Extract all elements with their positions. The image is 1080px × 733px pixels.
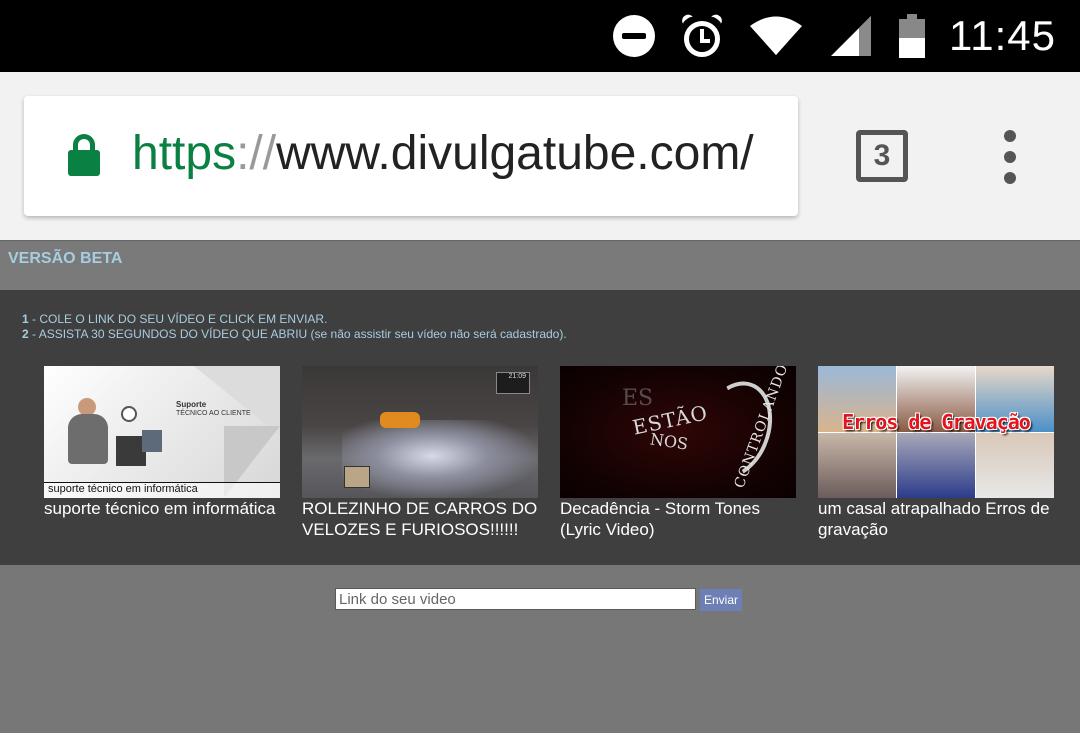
status-clock: 11:45 [949,12,1056,59]
url-text[interactable]: https://www.divulgatube.com/ [132,126,754,181]
video-card[interactable]: Suporte TÉCNICO AO CLIENTE suporte técni… [44,366,280,519]
battery-icon [899,14,925,58]
video-thumbnail[interactable]: ES ESTÃO NOS CONTROLANDO [560,366,796,498]
do-not-disturb-icon [613,15,655,57]
alarm-icon [679,12,725,57]
address-bar[interactable]: https://www.divulgatube.com/ [24,96,798,216]
status-bar: 11:45 [0,0,1080,72]
video-title[interactable]: ROLEZINHO DE CARROS DO VELOZES E FURIOSO… [302,498,538,540]
thumb-text: NOS [648,429,690,454]
minimap [344,466,370,488]
video-card[interactable]: Erros de Gravação um casal atrapalhado E… [818,366,1054,540]
game-hud: 21:09 [496,372,530,394]
url-separator: :// [236,127,277,180]
submit-video-form: Enviar [0,588,1080,612]
cell-signal-icon [831,16,871,56]
thumb-caption: suporte técnico em informática [44,482,280,498]
instruction-step: 1 - COLE O LINK DO SEU VÍDEO E CLICK EM … [22,312,567,327]
thumb-text: Suporte [176,400,207,409]
tab-switcher-button[interactable]: 3 [856,130,908,182]
thumb-text: ES [622,386,654,411]
clock-graphic [121,406,137,422]
car-graphic [380,412,420,428]
step-text: - COLE O LINK DO SEU VÍDEO E CLICK EM EN… [28,312,328,326]
video-card[interactable]: ES ESTÃO NOS CONTROLANDO Decadência - St… [560,366,796,540]
beta-label: VERSÃO BETA [8,250,123,267]
video-title[interactable]: suporte técnico em informática [44,498,280,519]
video-title[interactable]: um casal atrapalhado Erros de gravação [818,498,1054,540]
instructions: 1 - COLE O LINK DO SEU VÍDEO E CLICK EM … [22,312,567,342]
video-title[interactable]: Decadência - Storm Tones (Lyric Video) [560,498,796,540]
tab-count: 3 [873,139,891,172]
submit-button[interactable]: Enviar [700,589,742,611]
page-header: VERSÃO BETA [0,240,1080,290]
instruction-step: 2 - ASSISTA 30 SEGUNDOS DO VÍDEO QUE ABR… [22,327,567,342]
photo-cell [818,433,896,498]
video-link-input[interactable] [335,588,696,610]
video-card[interactable]: 21:09 ROLEZINHO DE CARROS DO VELOZES E F… [302,366,538,540]
step-number: 2 [22,327,29,341]
thumb-text: TÉCNICO AO CLIENTE [176,410,251,417]
photo-cell [976,433,1054,498]
video-thumbnail[interactable]: 21:09 [302,366,538,498]
step-number: 1 [22,312,29,326]
photo-cell [897,433,975,498]
wifi-icon [750,16,802,55]
thumb-text: Erros de Gravação [842,410,1031,434]
url-scheme: https [132,127,237,180]
headlight-glow [342,420,538,498]
video-thumbnail[interactable]: Suporte TÉCNICO AO CLIENTE suporte técni… [44,366,280,498]
overflow-menu-icon[interactable] [1002,130,1018,184]
step-text: - ASSISTA 30 SEGUNDOS DO VÍDEO QUE ABRIU… [28,327,567,341]
thumb-text: 21:09 [508,373,526,380]
content-panel: 1 - COLE O LINK DO SEU VÍDEO E CLICK EM … [0,290,1080,565]
video-thumbnail[interactable]: Erros de Gravação [818,366,1054,498]
status-icons: 11:45 [587,0,1056,72]
lock-icon[interactable] [68,134,100,176]
url-host: www.divulgatube.com/ [276,127,754,180]
browser-toolbar: https://www.divulgatube.com/ 3 [0,72,1080,240]
